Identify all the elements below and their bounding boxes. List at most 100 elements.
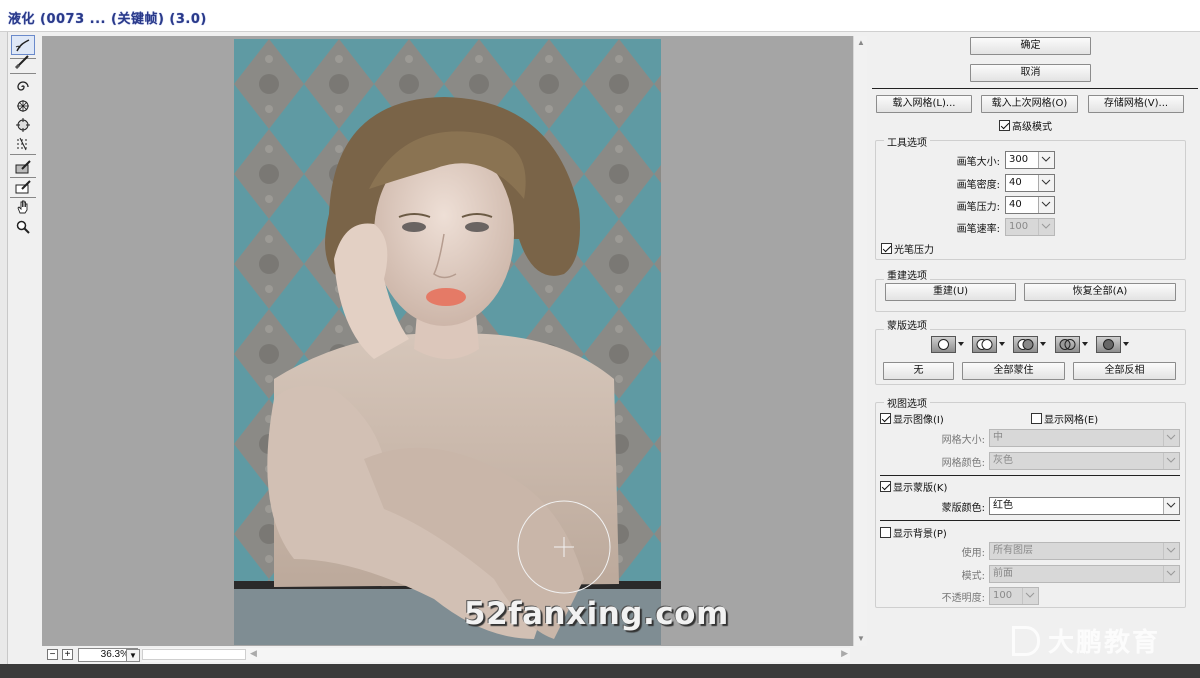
view-options-title: 视图选项 [884,395,930,410]
zoom-in-button[interactable]: + [62,649,73,660]
brush-size-field[interactable]: 300 [1005,151,1055,169]
pucker-icon [17,100,29,112]
bloat-tool-button[interactable] [11,115,35,135]
mask-options-title: 蒙版选项 [884,317,930,332]
chevron-down-icon [1041,223,1051,229]
reconstruct-button[interactable]: 重建(U) [885,283,1016,301]
mask-none-button[interactable]: 无 [883,362,954,380]
stylus-pressure-checkbox[interactable]: 光笔压力 [881,241,934,256]
brush-pressure-field[interactable]: 40 [1005,196,1055,214]
mask-subtract-selection-button[interactable] [1013,335,1047,353]
twirl-tool-button[interactable] [11,77,35,97]
hand-icon [17,200,28,214]
chevron-down-icon [1166,547,1176,553]
options-panel: 确定 取消 载入网格(L)... 载入上次网格(O) 存储网格(V)... 高级… [868,32,1200,664]
ok-button[interactable]: 确定 [970,37,1091,55]
mask-subtract-icon [1017,338,1034,350]
restore-all-button[interactable]: 恢复全部(A) [1024,283,1176,301]
taskbar-strip [0,664,1200,678]
mask-invert-selection-button[interactable] [1096,335,1130,353]
push-left-tool-button[interactable] [11,134,35,154]
chevron-down-icon [1166,434,1176,440]
chevron-down-icon [1025,592,1035,598]
title-bar: 液化 (0073 ... (关键帧) (3.0) [0,0,1200,32]
mesh-size-select: 中 [989,429,1180,447]
status-bar: − + 36.3% ▼ ◀ ▶ [42,646,867,664]
chevron-down-icon [1166,457,1176,463]
use-label: 使用: [961,548,985,559]
opacity-label: 不透明度: [941,593,985,604]
brush-rate-label: 画笔速率: [956,224,1000,235]
thaw-mask-brush-icon [15,180,31,194]
mask-intersect-icon [1059,338,1076,350]
brush-density-label: 画笔密度: [956,180,1000,191]
site-watermark: 52fanxing.com [464,596,729,632]
show-mask-checkbox[interactable]: 显示蒙版(K) [880,479,947,494]
show-image-checkbox[interactable]: 显示图像(I) [880,411,944,426]
vertical-scrollbar[interactable]: ▲ ▼ [853,36,867,646]
chevron-down-icon [1041,156,1051,162]
mask-replace-selection-button[interactable] [931,335,965,353]
logo-mark-icon [1012,625,1040,656]
invert-all-button[interactable]: 全部反相 [1073,362,1176,380]
chevron-down-icon [1166,570,1176,576]
zoom-dropdown[interactable]: ▼ [126,649,140,662]
load-last-mesh-button[interactable]: 载入上次网格(O) [981,95,1078,113]
zoom-out-button[interactable]: − [47,649,58,660]
checkbox-unchecked [1031,413,1042,424]
mask-add-selection-button[interactable] [972,335,1006,353]
twirl-icon [17,81,29,91]
thaw-mask-tool-button[interactable] [11,177,35,197]
opacity-field: 100 [989,587,1039,605]
mask-color-label: 蒙版颜色: [941,503,985,514]
show-backdrop-checkbox[interactable]: 显示背景(P) [880,525,947,540]
brand-logo: 大鹏教育 [1012,622,1160,659]
window-left-edge [0,32,8,678]
checkbox-checked [880,481,891,492]
mask-all-button[interactable]: 全部蒙住 [962,362,1065,380]
hand-tool-button[interactable] [11,197,35,217]
checkbox-unchecked [880,527,891,538]
brush-size-label: 画笔大小: [956,157,1000,168]
load-mesh-button[interactable]: 载入网格(L)... [876,95,972,113]
brush-pressure-label: 画笔压力: [956,202,1000,213]
scroll-left-arrow[interactable]: ◀ [250,648,257,659]
mesh-size-label: 网格大小: [941,435,985,446]
zoom-icon [16,220,30,234]
freeze-mask-tool-button[interactable] [11,157,35,177]
scroll-down-arrow[interactable]: ▼ [856,634,866,644]
preview-canvas[interactable] [42,36,854,646]
tool-divider [10,73,36,74]
mask-color-select[interactable]: 红色 [989,497,1180,515]
brush-density-field[interactable]: 40 [1005,174,1055,192]
tool-options-title: 工具选项 [884,134,930,149]
show-mesh-checkbox[interactable]: 显示网格(E) [1031,411,1098,426]
mode-label: 模式: [961,571,985,582]
mask-intersect-selection-button[interactable] [1055,335,1089,353]
checkbox-checked [999,120,1010,131]
portrait-photo [234,39,661,645]
mode-select: 前面 [989,565,1180,583]
cancel-button[interactable]: 取消 [970,64,1091,82]
scroll-up-arrow[interactable]: ▲ [856,38,866,48]
tool-divider [10,154,36,155]
advanced-mode-checkbox[interactable]: 高级模式 [999,118,1052,133]
bloat-icon [16,118,30,132]
reconstruct-brush-icon [14,55,29,69]
pucker-tool-button[interactable] [11,96,35,116]
save-mesh-button[interactable]: 存储网格(V)... [1088,95,1184,113]
freeze-mask-brush-icon [15,160,31,174]
reconstruct-tool-button[interactable] [11,51,35,71]
reconstruct-options-title: 重建选项 [884,267,930,282]
zoom-tool-button[interactable] [11,217,35,237]
horizontal-scroll-thumb[interactable] [142,649,246,660]
scroll-right-arrow[interactable]: ▶ [841,648,848,659]
mesh-color-select: 灰色 [989,452,1180,470]
divider [872,88,1198,89]
logo-text: 大鹏教育 [1048,628,1161,658]
checkbox-checked [880,413,891,424]
horizontal-scrollbar[interactable]: ◀ ▶ [142,648,850,662]
checkbox-checked [881,243,892,254]
brush-rate-field: 100 [1005,218,1055,236]
mask-add-icon [976,338,993,350]
